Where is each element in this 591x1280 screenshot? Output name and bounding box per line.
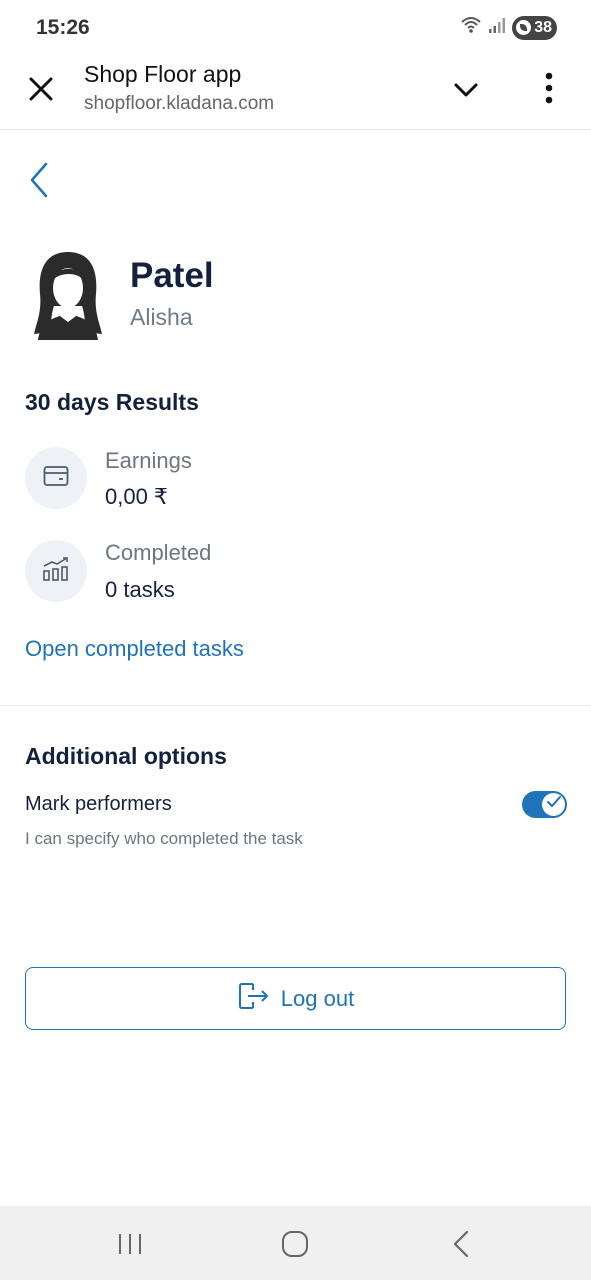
earnings-label: Earnings (105, 448, 192, 473)
logout-icon (237, 980, 271, 1017)
close-icon[interactable] (26, 74, 56, 104)
system-nav-bar (0, 1206, 591, 1280)
system-back-icon[interactable] (443, 1228, 479, 1260)
logout-button[interactable]: Log out (25, 967, 566, 1030)
completed-value: 0 tasks (105, 577, 175, 602)
wallet-icon (43, 465, 69, 492)
profile-first-name: Alisha (130, 304, 193, 330)
wifi-icon (460, 15, 482, 40)
signal-icon (488, 16, 506, 39)
results-section-title: 30 days Results (25, 389, 199, 415)
section-divider (0, 705, 591, 706)
logout-label: Log out (280, 985, 355, 1011)
battery-saver-icon (516, 20, 532, 35)
completed-icon-badge (25, 540, 87, 602)
battery-indicator: 38 (512, 15, 557, 40)
more-vertical-icon[interactable] (536, 71, 562, 105)
status-time: 15:26 (36, 16, 90, 39)
earnings-icon-badge (25, 447, 87, 509)
mark-performers-description: I can specify who completed the task (25, 829, 303, 848)
browser-tab-header: Shop Floor app shopfloor.kladana.com (0, 56, 591, 130)
status-bar: 15:26 38 (0, 0, 591, 56)
home-icon[interactable] (277, 1228, 313, 1260)
options-section-title: Additional options (25, 743, 227, 769)
mark-performers-label: Mark performers (25, 793, 172, 815)
chevron-down-icon[interactable] (450, 76, 482, 104)
check-icon (546, 795, 562, 814)
back-arrow-icon[interactable] (24, 160, 56, 200)
completed-label: Completed (105, 540, 212, 565)
battery-level: 38 (534, 18, 552, 36)
header-title: Shop Floor app (84, 61, 242, 87)
profile-last-name: Patel (130, 256, 214, 295)
avatar (30, 250, 106, 340)
mark-performers-toggle[interactable] (522, 791, 567, 818)
status-icons: 38 (460, 15, 557, 40)
header-url: shopfloor.kladana.com (84, 93, 275, 114)
earnings-value: 0,00 ₹ (105, 484, 168, 509)
recent-apps-icon[interactable] (112, 1228, 148, 1260)
open-completed-tasks-link[interactable]: Open completed tasks (25, 636, 244, 662)
toggle-knob (542, 793, 565, 816)
bar-chart-growth-icon (42, 556, 70, 587)
